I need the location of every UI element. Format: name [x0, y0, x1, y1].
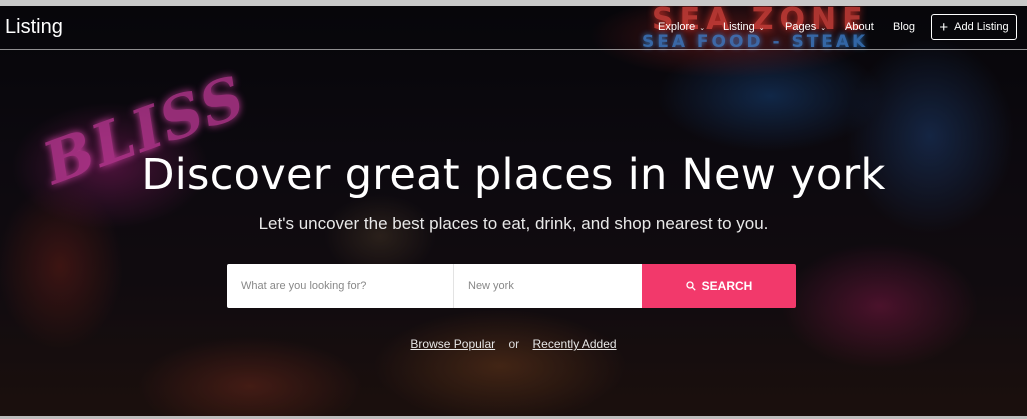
- nav-item-explore[interactable]: Explore ⌄: [658, 21, 705, 33]
- location-search-input[interactable]: [454, 264, 642, 308]
- navbar: Listing Explore ⌄ Listing ⌄ Pages ⌄ Abou…: [0, 6, 1027, 50]
- quick-links: Browse Popular or Recently Added: [0, 337, 1027, 351]
- browse-popular-link[interactable]: Browse Popular: [410, 337, 495, 351]
- brand-logo[interactable]: Listing: [5, 16, 63, 39]
- add-listing-button[interactable]: + Add Listing: [931, 14, 1017, 40]
- chevron-down-icon: ⌄: [820, 25, 827, 32]
- chevron-down-icon: ⌄: [758, 25, 765, 32]
- what-search-input[interactable]: [227, 264, 454, 308]
- plus-icon: +: [939, 18, 949, 36]
- add-listing-label: Add Listing: [954, 21, 1009, 33]
- hero-headline: Discover great places in New york: [141, 150, 886, 200]
- links-separator: or: [508, 337, 520, 351]
- nav-item-listing[interactable]: Listing ⌄: [723, 21, 765, 33]
- search-button-label: SEARCH: [701, 279, 753, 293]
- hero-background: BLISS SEA ZONE SEA FOOD - STEAK: [0, 6, 1027, 416]
- nav-item-pages[interactable]: Pages ⌄: [785, 21, 826, 33]
- chevron-down-icon: ⌄: [699, 25, 706, 32]
- search-bar: SEARCH: [227, 264, 796, 308]
- nav-item-blog[interactable]: Blog: [893, 21, 915, 33]
- nav-item-label: Listing: [723, 21, 755, 33]
- search-icon: [686, 281, 696, 291]
- nav-item-about[interactable]: About: [845, 21, 874, 33]
- nav-item-label: Pages: [785, 21, 817, 33]
- recently-added-link[interactable]: Recently Added: [533, 337, 617, 351]
- nav-item-label: Explore: [658, 21, 696, 33]
- nav-item-label: Blog: [893, 21, 916, 33]
- search-button[interactable]: SEARCH: [642, 264, 796, 308]
- hero-subheadline: Let's uncover the best places to eat, dr…: [258, 214, 769, 233]
- nav-item-label: About: [845, 21, 874, 33]
